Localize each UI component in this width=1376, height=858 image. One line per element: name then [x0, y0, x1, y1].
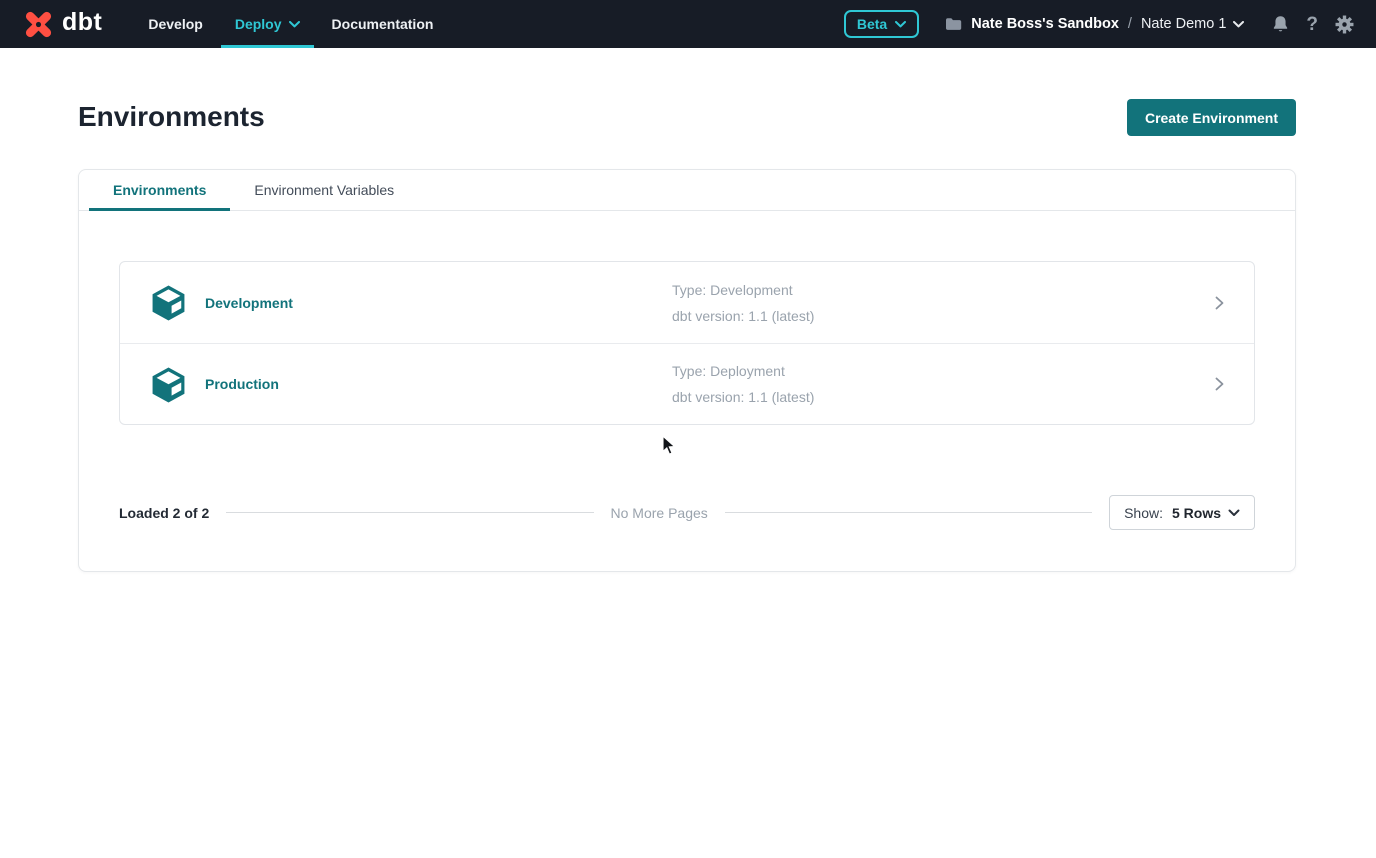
nav-icon-buttons: ? — [1270, 13, 1356, 36]
nav-item-develop[interactable]: Develop — [132, 0, 218, 48]
nav-item-documentation[interactable]: Documentation — [316, 0, 450, 48]
environment-type: Type: Deployment — [672, 363, 814, 379]
environment-name-link[interactable]: Production — [205, 376, 279, 392]
page-title: Environments — [78, 100, 265, 134]
tab-environments-label: Environments — [113, 182, 206, 198]
environment-row-development[interactable]: Development Type: Development dbt versio… — [120, 262, 1254, 343]
loaded-count: Loaded 2 of 2 — [119, 505, 209, 521]
notifications-button[interactable] — [1270, 13, 1291, 36]
nav-item-develop-label: Develop — [148, 16, 202, 32]
chevron-down-icon — [289, 21, 300, 28]
dbt-logo[interactable]: dbt — [22, 8, 102, 41]
top-nav: dbt Develop Deploy Documentation Beta — [0, 0, 1376, 48]
show-label: Show: — [1124, 505, 1163, 521]
account-name: Nate Boss's Sandbox — [971, 16, 1119, 32]
pagination-footer: Loaded 2 of 2 No More Pages Show: 5 Rows — [119, 495, 1255, 530]
environment-row-production[interactable]: Production Type: Deployment dbt version:… — [120, 343, 1254, 424]
tab-bar: Environments Environment Variables — [79, 170, 1295, 211]
folder-icon — [945, 17, 962, 31]
chevron-right-icon — [1215, 296, 1224, 310]
beta-label: Beta — [857, 16, 887, 32]
dbt-logo-icon — [22, 8, 55, 41]
chevron-down-icon — [1233, 21, 1244, 28]
divider-line — [725, 512, 1092, 513]
settings-button[interactable] — [1333, 13, 1356, 36]
chevron-right-icon — [1215, 377, 1224, 391]
project-name: Nate Demo 1 — [1141, 16, 1226, 32]
nav-item-deploy[interactable]: Deploy — [219, 0, 316, 48]
environment-dbt-version: dbt version: 1.1 (latest) — [672, 389, 814, 405]
help-button[interactable]: ? — [1304, 13, 1320, 36]
show-rows-value: 5 Rows — [1172, 505, 1221, 521]
breadcrumb: Nate Boss's Sandbox / Nate Demo 1 — [945, 16, 1244, 32]
beta-dropdown-button[interactable]: Beta — [844, 10, 919, 38]
chevron-down-icon — [1228, 509, 1240, 517]
create-environment-button[interactable]: Create Environment — [1127, 99, 1296, 136]
divider-line — [226, 512, 593, 513]
bell-icon — [1272, 15, 1289, 34]
project-selector[interactable]: Nate Demo 1 — [1141, 16, 1244, 32]
tab-environment-variables[interactable]: Environment Variables — [230, 170, 418, 210]
environment-dbt-version: dbt version: 1.1 (latest) — [672, 308, 814, 324]
show-rows-dropdown[interactable]: Show: 5 Rows — [1109, 495, 1255, 530]
breadcrumb-separator: / — [1128, 16, 1132, 32]
environment-cube-icon — [150, 284, 187, 321]
environment-details: Type: Development dbt version: 1.1 (late… — [672, 282, 814, 324]
environments-card: Environments Environment Variables Devel… — [78, 169, 1296, 572]
nav-item-documentation-label: Documentation — [332, 16, 434, 32]
nav-right: Beta Nate Boss's Sandbox / Nate Demo 1 — [844, 10, 1356, 38]
tab-environment-variables-label: Environment Variables — [254, 182, 394, 198]
primary-nav: Develop Deploy Documentation — [132, 0, 449, 48]
no-more-pages-label: No More Pages — [611, 505, 708, 521]
question-mark-icon: ? — [1306, 15, 1318, 34]
gear-icon — [1335, 15, 1354, 34]
dbt-logo-text: dbt — [62, 8, 102, 37]
tab-environments[interactable]: Environments — [89, 170, 230, 210]
environment-list: Development Type: Development dbt versio… — [119, 261, 1255, 425]
account-selector[interactable]: Nate Boss's Sandbox — [945, 16, 1119, 32]
environment-name-link[interactable]: Development — [205, 295, 293, 311]
nav-item-deploy-label: Deploy — [235, 16, 282, 32]
environment-details: Type: Deployment dbt version: 1.1 (lates… — [672, 363, 814, 405]
page-header: Environments Create Environment — [0, 48, 1376, 136]
environment-cube-icon — [150, 366, 187, 403]
environment-type: Type: Development — [672, 282, 814, 298]
chevron-down-icon — [895, 21, 906, 28]
